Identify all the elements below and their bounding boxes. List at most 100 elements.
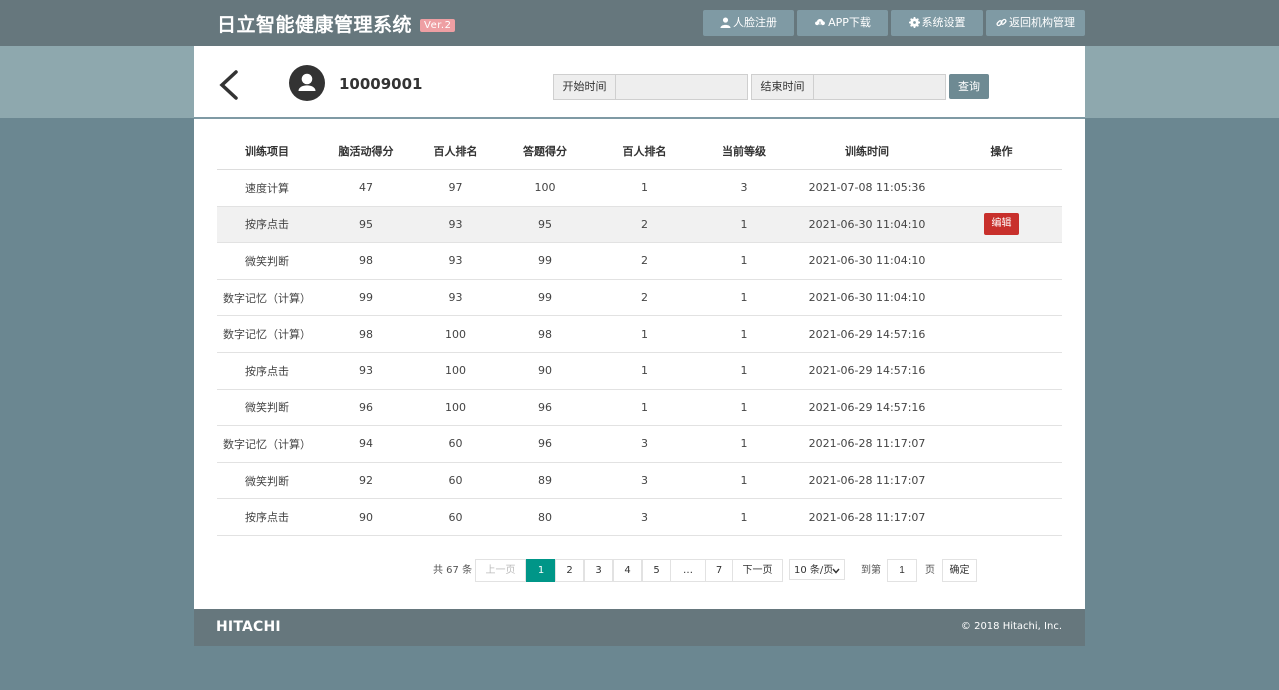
cell-brain-rank: 93	[415, 279, 496, 317]
start-time-label: 开始时间	[554, 75, 616, 99]
prev-page-button[interactable]: 上一页	[475, 559, 526, 582]
confirm-button[interactable]: 确定	[942, 559, 977, 582]
cell-action	[941, 389, 1062, 427]
cell-level: 1	[695, 352, 793, 390]
table-row: 数字记忆（计算） 98 100 98 1 1 2021-06-29 14:57:16	[217, 315, 1062, 353]
cell-answer-rank: 2	[594, 242, 695, 280]
cell-time: 2021-06-29 14:57:16	[793, 352, 941, 390]
cell-item: 数字记忆（计算）	[217, 315, 317, 353]
app-title-text: 日立智能健康管理系统	[217, 14, 413, 36]
table-row: 数字记忆（计算） 94 60 96 3 1 2021-06-28 11:17:07	[217, 425, 1062, 463]
next-page-button[interactable]: 下一页	[732, 559, 783, 582]
cell-action	[941, 352, 1062, 390]
page-button-1[interactable]: 1	[526, 559, 556, 582]
cell-time: 2021-06-29 14:57:16	[793, 389, 941, 427]
page-button-3[interactable]: 3	[584, 559, 613, 582]
edit-button[interactable]: 编辑	[984, 213, 1019, 236]
user-avatar-icon	[298, 73, 316, 91]
cell-answer-rank: 3	[594, 425, 695, 463]
page-button-5[interactable]: 5	[642, 559, 671, 582]
start-time-input[interactable]	[616, 75, 746, 99]
page-size-value: 10 条/页	[794, 565, 834, 576]
cell-answer-rank: 3	[594, 498, 695, 536]
cell-answer-score: 99	[496, 279, 594, 317]
app-title: 日立智能健康管理系统 Ver.2	[217, 10, 456, 37]
chevron-down-icon	[832, 568, 840, 574]
cell-answer-score: 90	[496, 352, 594, 390]
cell-time: 2021-06-29 14:57:16	[793, 315, 941, 353]
cell-brain-rank: 60	[415, 425, 496, 463]
cell-answer-rank: 1	[594, 169, 695, 207]
cell-brain-rank: 100	[415, 352, 496, 390]
cell-answer-score: 96	[496, 389, 594, 427]
cell-level: 1	[695, 425, 793, 463]
avatar	[289, 65, 325, 101]
system-settings-button[interactable]: 系统设置	[891, 10, 983, 36]
version-badge: Ver.2	[420, 19, 456, 32]
end-time-group: 结束时间	[751, 74, 946, 100]
face-register-button[interactable]: 人脸注册	[703, 10, 794, 36]
back-to-org-label: 返回机构管理	[1009, 16, 1075, 29]
top-bar: 日立智能健康管理系统 Ver.2 人脸注册 APP下载 系统设置 返回机构管理	[0, 0, 1279, 46]
cell-answer-rank: 1	[594, 315, 695, 353]
page-size-select[interactable]: 10 条/页	[789, 559, 845, 580]
cell-action	[941, 169, 1062, 207]
cell-brain-score: 90	[317, 498, 415, 536]
cell-time: 2021-07-08 11:05:36	[793, 169, 941, 207]
cell-time: 2021-06-30 11:04:10	[793, 279, 941, 317]
face-register-label: 人脸注册	[733, 16, 777, 29]
end-time-input[interactable]	[814, 75, 944, 99]
cell-action: 编辑	[941, 206, 1062, 244]
start-time-group: 开始时间	[553, 74, 748, 100]
cell-level: 1	[695, 462, 793, 500]
table-row: 微笑判断 98 93 99 2 1 2021-06-30 11:04:10	[217, 242, 1062, 280]
cell-time: 2021-06-30 11:04:10	[793, 206, 941, 244]
cell-brain-rank: 93	[415, 242, 496, 280]
page-button-2[interactable]: 2	[555, 559, 584, 582]
page-button-7[interactable]: 7	[705, 559, 733, 582]
cell-item: 数字记忆（计算）	[217, 425, 317, 463]
cell-item: 按序点击	[217, 498, 317, 536]
end-time-label: 结束时间	[752, 75, 814, 99]
cell-action	[941, 242, 1062, 280]
cell-item: 微笑判断	[217, 462, 317, 500]
cell-brain-score: 98	[317, 315, 415, 353]
cell-action	[941, 279, 1062, 317]
page-button-4[interactable]: 4	[613, 559, 642, 582]
user-icon	[720, 17, 731, 28]
col-header-item: 训练项目	[217, 133, 317, 170]
cell-answer-score: 95	[496, 206, 594, 244]
cell-action	[941, 462, 1062, 500]
footer: HITACHI © 2018 Hitachi, Inc.	[194, 609, 1085, 646]
gear-icon	[908, 17, 920, 28]
pagination: 共 67 条 上一页 1 2 3 4 5 … 7 下一页 10 条/页 到第 页…	[194, 559, 1085, 582]
table-row: 按序点击 90 60 80 3 1 2021-06-28 11:17:07	[217, 498, 1062, 536]
goto-label: 到第	[861, 565, 881, 576]
query-button[interactable]: 查询	[949, 74, 989, 99]
header-divider	[194, 117, 1085, 119]
col-header-action: 操作	[941, 133, 1062, 170]
cell-answer-score: 96	[496, 425, 594, 463]
copyright-text: © 2018 Hitachi, Inc.	[960, 621, 1062, 632]
cell-brain-score: 93	[317, 352, 415, 390]
cell-level: 1	[695, 315, 793, 353]
cell-answer-score: 80	[496, 498, 594, 536]
back-to-org-button[interactable]: 返回机构管理	[986, 10, 1085, 36]
cell-item: 按序点击	[217, 352, 317, 390]
cell-brain-score: 99	[317, 279, 415, 317]
hitachi-logo: HITACHI	[216, 619, 281, 635]
table-row: 按序点击 95 93 95 2 1 2021-06-30 11:04:10 编辑	[217, 206, 1062, 244]
back-arrow-icon[interactable]	[216, 70, 242, 100]
cell-answer-score: 99	[496, 242, 594, 280]
page-ellipsis: …	[670, 559, 706, 582]
cell-brain-rank: 100	[415, 389, 496, 427]
cell-level: 1	[695, 389, 793, 427]
cell-answer-rank: 2	[594, 206, 695, 244]
link-icon	[996, 18, 1007, 27]
cell-time: 2021-06-28 11:17:07	[793, 498, 941, 536]
cell-answer-rank: 1	[594, 389, 695, 427]
goto-page-input[interactable]	[887, 559, 917, 582]
training-table: 训练项目 脑活动得分 百人排名 答题得分 百人排名 当前等级 训练时间 操作 速…	[217, 133, 1062, 536]
app-download-button[interactable]: APP下载	[797, 10, 888, 36]
cell-item: 微笑判断	[217, 242, 317, 280]
